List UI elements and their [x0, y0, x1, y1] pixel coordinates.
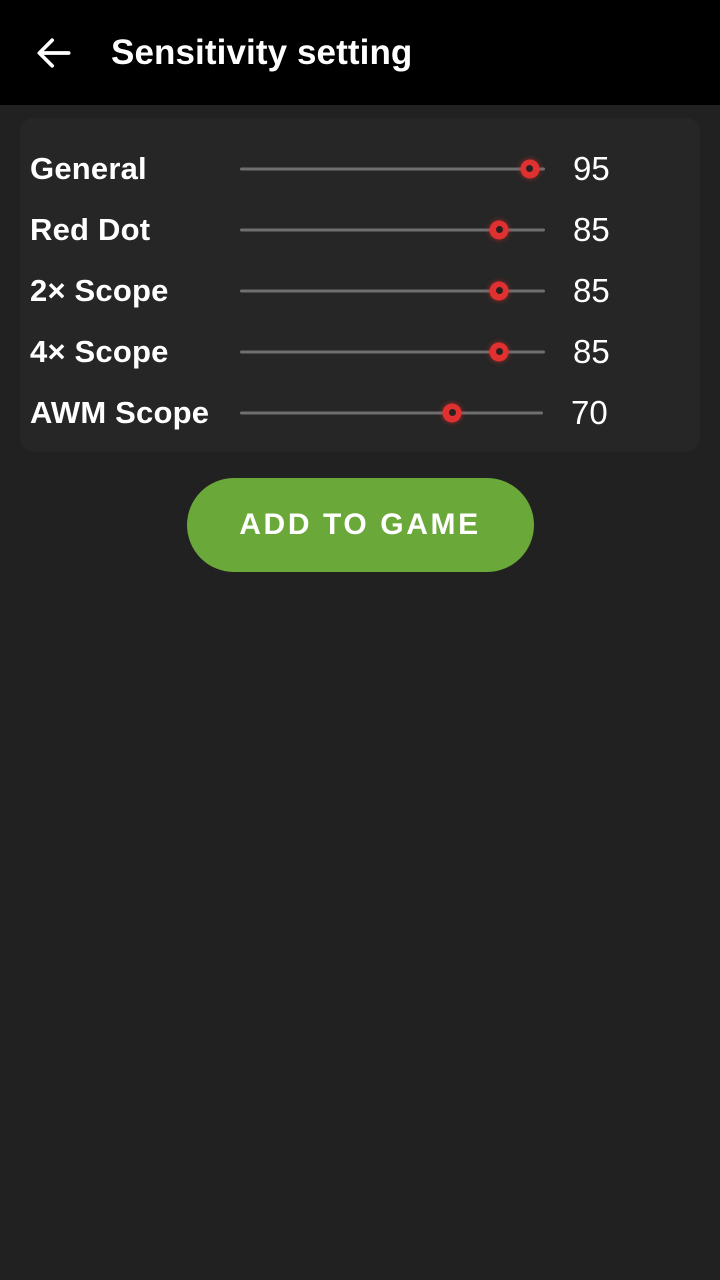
- table-row: Red Dot 85: [20, 199, 700, 260]
- sensitivity-label-4x-scope: 4× Scope: [30, 334, 169, 369]
- table-row: 2× Scope 85: [20, 260, 700, 321]
- sensitivity-value-4x-scope: 85: [573, 333, 610, 370]
- app-bar: Sensitivity setting: [0, 0, 720, 105]
- sensitivity-slider-2x-scope[interactable]: [240, 271, 545, 311]
- sensitivity-slider-red-dot[interactable]: [240, 210, 545, 250]
- sensitivity-value-2x-scope: 85: [573, 272, 610, 309]
- back-button[interactable]: [18, 17, 90, 89]
- table-row: General 95: [20, 138, 700, 199]
- sensitivity-label-general: General: [30, 151, 147, 186]
- table-row: AWM Scope 70: [20, 382, 700, 443]
- add-to-game-button[interactable]: ADD TO GAME: [186, 478, 534, 572]
- arrow-left-icon: [32, 31, 76, 75]
- slider-thumb[interactable]: [489, 220, 509, 239]
- page-title: Sensitivity setting: [111, 33, 413, 72]
- sensitivity-label-red-dot: Red Dot: [30, 212, 151, 247]
- sensitivity-slider-general[interactable]: [240, 149, 545, 189]
- slider-thumb[interactable]: [442, 403, 462, 422]
- cta-container: ADD TO GAME: [0, 478, 720, 572]
- sensitivity-value-red-dot: 85: [573, 211, 610, 248]
- slider-track: [240, 411, 543, 414]
- sensitivity-label-2x-scope: 2× Scope: [30, 273, 169, 308]
- sensitivity-value-awm-scope: 70: [571, 394, 608, 431]
- sensitivity-value-general: 95: [573, 150, 610, 187]
- table-row: 4× Scope 85: [20, 321, 700, 382]
- slider-track: [240, 167, 545, 170]
- sensitivity-row-list: General 95 Red Dot 85 2× Scope 85 4× Sco…: [20, 118, 700, 452]
- slider-thumb[interactable]: [489, 281, 509, 300]
- sensitivity-label-awm-scope: AWM Scope: [30, 395, 210, 430]
- sensitivity-slider-4x-scope[interactable]: [240, 332, 545, 372]
- sensitivity-setting-screen: Sensitivity setting General 95 Red Dot 8…: [0, 0, 720, 1280]
- sensitivity-slider-awm-scope[interactable]: [240, 393, 543, 433]
- slider-thumb[interactable]: [520, 159, 540, 178]
- sensitivity-card: General 95 Red Dot 85 2× Scope 85 4× Sco…: [20, 118, 700, 452]
- slider-thumb[interactable]: [489, 342, 509, 361]
